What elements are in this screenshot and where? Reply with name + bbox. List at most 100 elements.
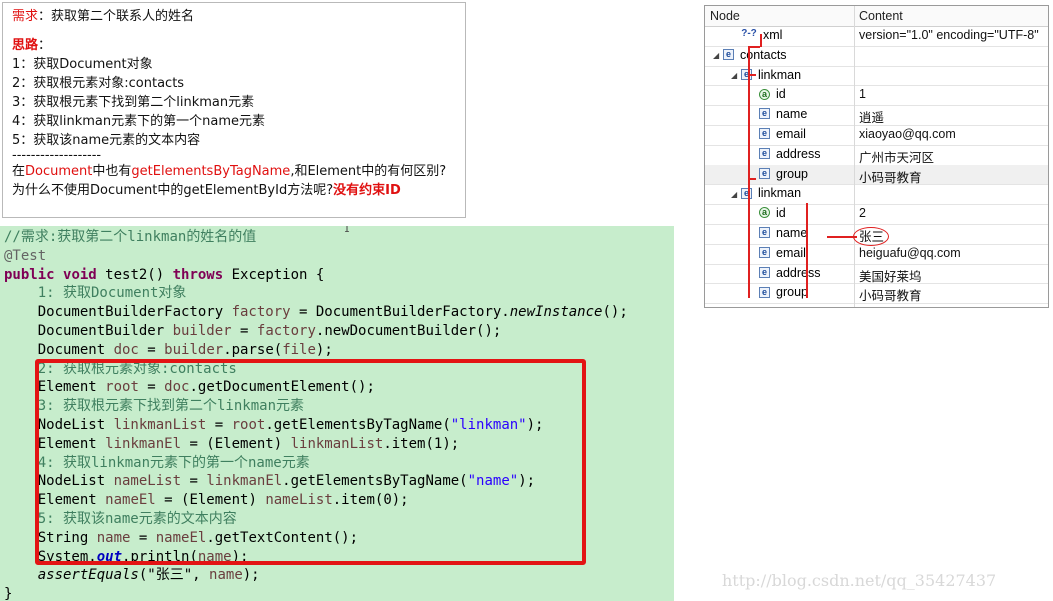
node-cell: e group	[749, 285, 808, 299]
tree-row[interactable]: e address 美国好莱坞	[705, 264, 1048, 285]
node-cell: e email	[749, 246, 806, 260]
code-line: //需求:获取第二个linkman的姓名的值	[4, 228, 256, 247]
code-token: name	[209, 567, 243, 584]
node-content: 1	[859, 87, 866, 102]
node-content: 广州市天河区	[859, 150, 935, 165]
tree-row[interactable]: ?-? xml version="1.0" encoding="UTF-8"	[705, 26, 1048, 47]
code-line: Document doc = builder.parse(file);	[4, 341, 333, 360]
code-line: DocumentBuilder builder = factory.newDoc…	[4, 322, 502, 341]
step-4: 4：获取linkman元素下的第一个name元素	[12, 114, 265, 129]
node-cell: e address	[749, 147, 820, 161]
requirement-text: ：获取第二个联系人的姓名	[38, 9, 195, 24]
attribute-icon: a	[759, 88, 770, 100]
node-content: heiguafu@qq.com	[859, 245, 961, 260]
code-token: 1: 获取Document对象	[37, 285, 187, 302]
code-token: }	[4, 586, 13, 601]
question-answer: 没有约束ID	[333, 183, 401, 198]
step-3: 3：获取根元素下找到第二个linkman元素	[12, 95, 255, 110]
node-label: contacts	[740, 47, 787, 62]
highlight-box	[35, 359, 586, 565]
annotation-circle	[853, 227, 889, 246]
code-token: void	[63, 266, 97, 283]
element-icon: e	[759, 247, 770, 258]
node-label: id	[776, 206, 786, 221]
code-token: factory	[231, 304, 291, 321]
question-line-1: 在Document中也有getElementsByTagName,和Elemen…	[12, 162, 456, 181]
code-token: //需求:获取第二个	[4, 229, 128, 245]
element-icon: e	[759, 167, 770, 179]
question-text: 为什么不使用Document中的getElementById方法呢?	[12, 183, 334, 198]
tree-header: Node Content	[705, 6, 1048, 27]
code-line: assertEquals("张三", name);	[4, 566, 260, 585]
node-label: xml	[763, 28, 783, 42]
xml-tree-view[interactable]: Node Content ?-? xml version="1.0" encodin…	[704, 5, 1049, 308]
node-label: address	[776, 146, 821, 161]
node-label: id	[776, 87, 786, 102]
element-icon: e	[759, 148, 770, 159]
code-editor[interactable]: I //需求:获取第二个linkman的姓名的值 @Test public void…	[0, 226, 674, 601]
code-token: test2()	[96, 266, 173, 283]
code-token: linkman	[127, 229, 187, 245]
node-cell: a id	[749, 87, 786, 101]
expand-toggle-icon[interactable]: ◢	[731, 190, 741, 199]
node-cell: ◢ e contacts	[713, 48, 787, 62]
code-token: 的姓名的值	[186, 229, 257, 245]
question-document: Document	[25, 164, 93, 179]
column-header-node[interactable]: Node	[710, 9, 740, 23]
tree-row[interactable]: e email xiaoyao@qq.com	[705, 125, 1048, 146]
tree-row[interactable]: a id 1	[705, 85, 1048, 107]
code-token: DocumentBuilderFactory	[4, 304, 232, 321]
node-cell: ◢ e linkman	[731, 68, 801, 82]
node-content: 美国好莱坞	[859, 269, 922, 284]
tree-row[interactable]: e address 广州市天河区	[705, 145, 1048, 166]
tree-row[interactable]: e group 小码哥教育	[705, 283, 1048, 305]
node-label: name	[776, 226, 808, 240]
tree-row[interactable]: ◢ e linkman	[705, 66, 1048, 87]
expand-toggle-icon[interactable]: ◢	[713, 51, 723, 60]
tree-row[interactable]: ◢ e contacts	[705, 46, 1048, 67]
annotation-line	[760, 34, 762, 47]
step-1: 1：获取Document对象	[12, 57, 153, 72]
node-cell: e name	[749, 107, 807, 121]
tree-row[interactable]: e group 小码哥教育	[705, 164, 1048, 186]
declaration-icon: ?-?	[741, 28, 757, 40]
tree-row[interactable]: e email heiguafu@qq.com	[705, 244, 1048, 265]
node-label: linkman	[758, 67, 802, 82]
node-content: 逍遥	[859, 111, 885, 126]
element-icon: e	[723, 49, 734, 60]
column-separator	[854, 6, 855, 307]
divider: -------------------	[12, 148, 102, 163]
tree-row[interactable]: ◢ e linkman	[705, 184, 1048, 206]
node-content: 小码哥教育	[859, 289, 922, 304]
idea-heading: 思路：	[12, 36, 456, 55]
node-cell: ?-? xml	[731, 28, 782, 42]
column-header-content[interactable]: Content	[859, 9, 903, 23]
watermark: http://blog.csdn.net/qq_35427437	[722, 571, 997, 590]
expand-toggle-icon[interactable]: ◢	[731, 71, 741, 80]
annotation-line	[748, 178, 756, 180]
question-text: ,和Element中的有何区别?	[290, 164, 447, 179]
code-token: .parse(	[223, 341, 283, 358]
tree-row[interactable]: e name 逍遥	[705, 105, 1048, 126]
node-cell: e address	[749, 266, 820, 280]
node-label: email	[776, 245, 806, 260]
code-line: }	[4, 585, 12, 601]
node-label: address	[776, 265, 821, 280]
element-icon: e	[759, 286, 770, 298]
element-icon: e	[759, 266, 770, 278]
tree-row[interactable]: a id 2	[705, 204, 1048, 225]
annotation-line	[748, 46, 750, 298]
annotation-line	[806, 203, 808, 298]
code-token: factory	[256, 323, 316, 339]
node-content: version="1.0" encoding="UTF-8"	[859, 28, 1039, 42]
code-token: @Test	[4, 247, 47, 264]
node-cell: a id	[749, 206, 786, 220]
step-2: 2：获取根元素对象:contacts	[12, 76, 185, 91]
element-icon: e	[759, 227, 770, 239]
